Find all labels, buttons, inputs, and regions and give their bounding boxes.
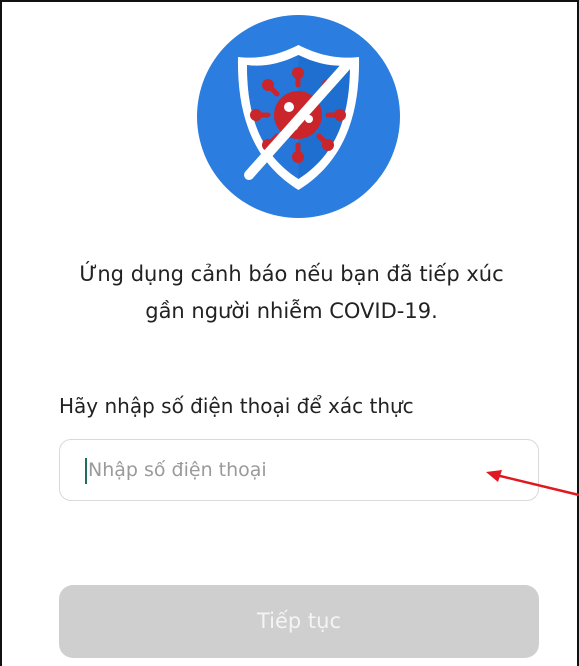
text-caret bbox=[85, 458, 87, 484]
intro-line-2: gần người nhiễm COVID-19. bbox=[145, 299, 438, 323]
shield-virus-blocked-icon bbox=[197, 15, 400, 218]
app-screen: Ứng dụng cảnh báo nếu bạn đã tiếp xúc gầ… bbox=[0, 0, 579, 666]
phone-input-container[interactable] bbox=[59, 439, 539, 501]
continue-button[interactable]: Tiếp tục bbox=[59, 585, 539, 658]
red-arrow-icon bbox=[486, 470, 579, 497]
phone-prompt-label: Hãy nhập số điện thoại để xác thực bbox=[59, 394, 414, 418]
intro-line-1: Ứng dụng cảnh báo nếu bạn đã tiếp xúc bbox=[79, 262, 504, 286]
phone-number-input[interactable] bbox=[88, 440, 528, 500]
intro-text: Ứng dụng cảnh báo nếu bạn đã tiếp xúc gầ… bbox=[2, 256, 579, 330]
